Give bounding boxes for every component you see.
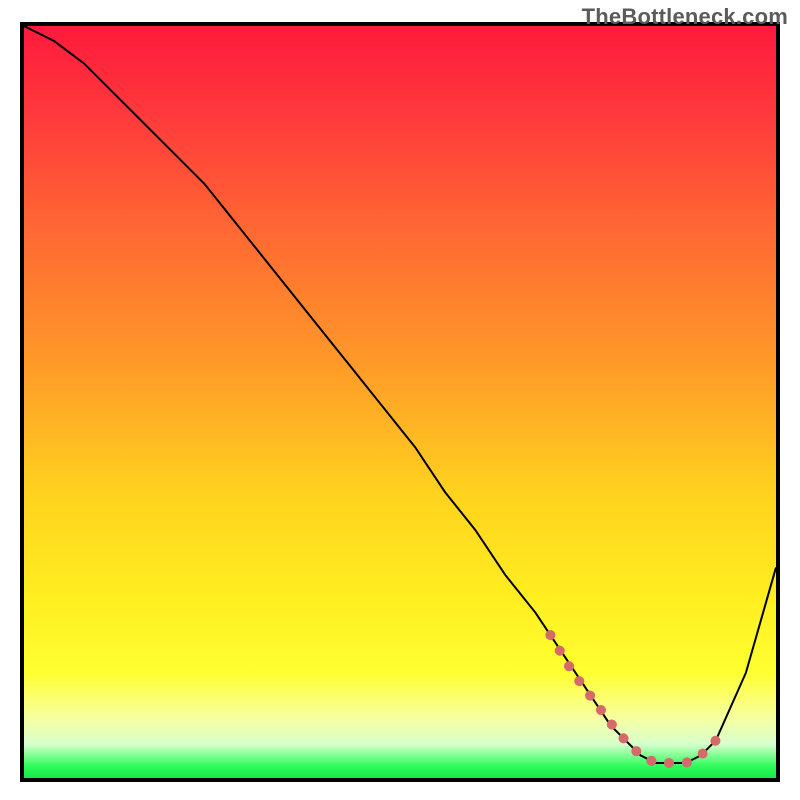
watermark-text: TheBottleneck.com [582,4,788,30]
chart-frame: TheBottleneck.com [0,0,800,800]
plot-area [20,22,780,782]
curve-layer [24,26,776,778]
main-curve [24,26,776,763]
highlight-segment [550,635,715,763]
